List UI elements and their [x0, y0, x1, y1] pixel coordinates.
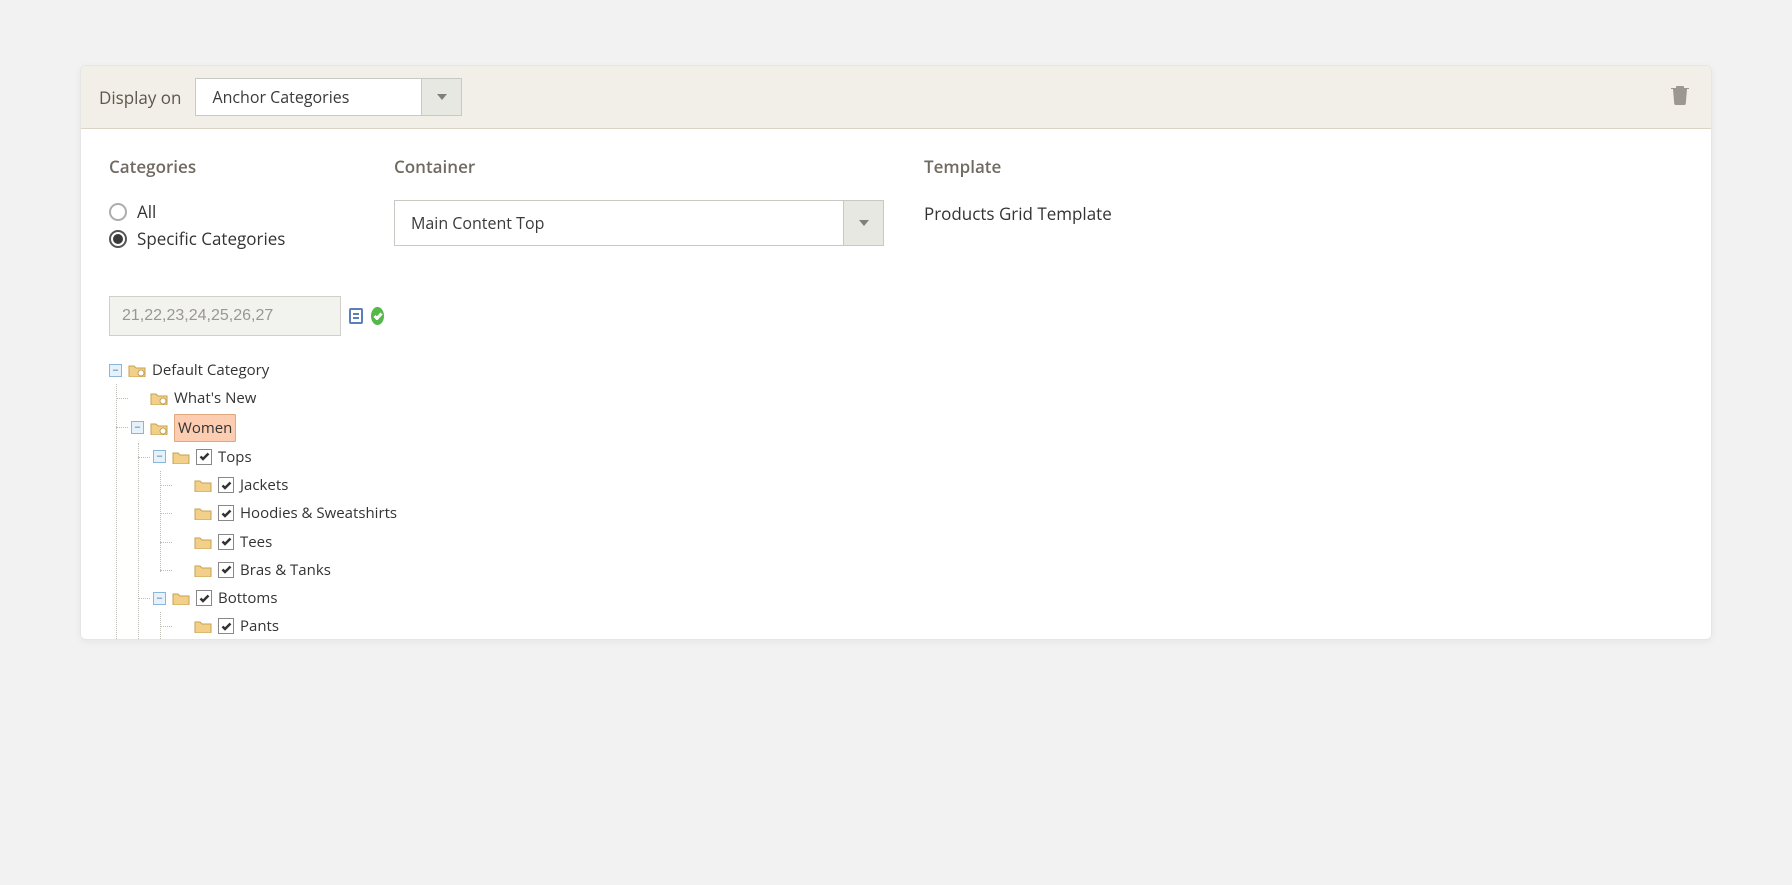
tree-checkbox[interactable] — [196, 590, 212, 606]
display-on-label: Display on — [99, 86, 181, 109]
folder-icon — [150, 421, 168, 435]
ok-status-icon — [371, 307, 384, 325]
category-tree: − Default Category What's New — [109, 356, 384, 639]
folder-icon — [194, 619, 212, 633]
tree-node-label[interactable]: Tops — [218, 444, 252, 470]
tree-node-label[interactable]: Bottoms — [218, 585, 277, 611]
template-value: Products Grid Template — [924, 202, 1683, 225]
folder-icon — [194, 563, 212, 577]
tree-toggle[interactable]: − — [153, 592, 166, 605]
layout-update-card: Display on Anchor Categories Categories … — [80, 65, 1712, 640]
display-on-select-value: Anchor Categories — [196, 79, 421, 115]
display-on-select-toggle[interactable] — [421, 79, 461, 115]
chevron-down-icon — [437, 94, 447, 100]
tree-node-label[interactable]: What's New — [174, 385, 256, 411]
folder-icon — [128, 363, 146, 377]
radio-all-label: All — [137, 200, 156, 223]
tree-checkbox[interactable] — [218, 477, 234, 493]
tree-node-label[interactable]: Women — [174, 414, 236, 442]
layout-body: Categories All Specific Categories — [81, 129, 1711, 639]
folder-icon — [150, 391, 168, 405]
radio-all[interactable]: All — [109, 200, 384, 223]
chevron-down-icon — [859, 220, 869, 226]
display-on-select[interactable]: Anchor Categories — [195, 78, 462, 116]
categories-column: Categories All Specific Categories — [109, 155, 384, 639]
container-column: Container Main Content Top — [394, 155, 914, 639]
folder-icon — [194, 535, 212, 549]
tree-node-label[interactable]: Tees — [240, 529, 272, 555]
template-column: Template Products Grid Template — [924, 155, 1683, 639]
category-ids-input[interactable] — [109, 296, 341, 336]
tree-checkbox[interactable] — [218, 562, 234, 578]
category-ids-row — [109, 296, 384, 336]
folder-icon — [194, 478, 212, 492]
template-title: Template — [924, 155, 1683, 178]
tree-checkbox[interactable] — [218, 534, 234, 550]
folder-icon — [172, 591, 190, 605]
display-on-bar: Display on Anchor Categories — [81, 66, 1711, 129]
trash-icon — [1671, 85, 1689, 105]
calendar-chooser-icon[interactable] — [349, 308, 363, 324]
tree-checkbox[interactable] — [218, 505, 234, 521]
tree-toggle[interactable]: − — [153, 450, 166, 463]
radio-specific-label: Specific Categories — [137, 227, 285, 250]
container-select[interactable]: Main Content Top — [394, 200, 884, 246]
container-title: Container — [394, 155, 914, 178]
folder-icon — [172, 450, 190, 464]
tree-node-label[interactable]: Jackets — [240, 472, 288, 498]
tree-toggle[interactable]: − — [109, 364, 122, 377]
tree-node-label[interactable]: Default Category — [152, 357, 269, 383]
tree-checkbox[interactable] — [196, 449, 212, 465]
tree-checkbox[interactable] — [218, 618, 234, 634]
tree-node-label[interactable]: Bras & Tanks — [240, 557, 331, 583]
container-select-toggle[interactable] — [843, 201, 883, 245]
tree-toggle[interactable]: − — [131, 421, 144, 434]
tree-node-label[interactable]: Pants — [240, 613, 279, 639]
delete-button[interactable] — [1667, 81, 1693, 114]
container-select-value: Main Content Top — [395, 201, 843, 245]
folder-icon — [194, 506, 212, 520]
radio-specific[interactable]: Specific Categories — [109, 227, 384, 250]
tree-node-label[interactable]: Hoodies & Sweatshirts — [240, 500, 397, 526]
categories-title: Categories — [109, 155, 384, 178]
